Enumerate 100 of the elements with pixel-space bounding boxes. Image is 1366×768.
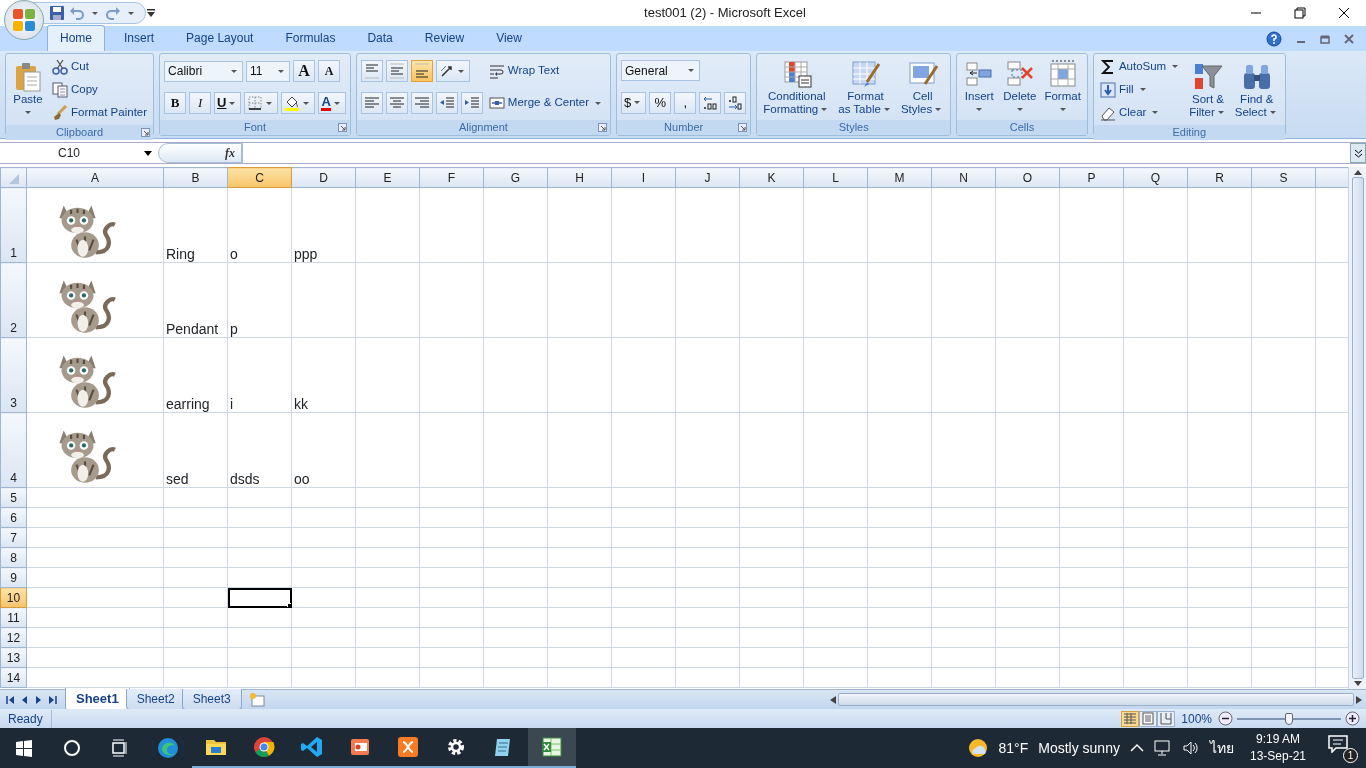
row-header[interactable]: 9 [0,567,27,588]
sort-filter-button[interactable]: Sort & Filter [1187,59,1229,120]
previous-sheet-icon[interactable] [20,695,29,704]
column-header[interactable]: F [419,167,484,188]
column-header[interactable]: E [355,167,420,188]
number-format-dropdown[interactable]: General [621,60,701,82]
underline-button[interactable]: U [214,92,242,114]
row-header[interactable]: 14 [0,667,27,688]
decrease-decimal-button[interactable] [724,91,747,114]
row-header[interactable]: 8 [0,547,27,568]
grow-font-button[interactable]: A [293,60,316,82]
paste-button[interactable]: Paste [10,59,46,120]
sun-cloud-icon[interactable] [966,737,989,759]
italic-button[interactable]: I [189,92,212,114]
top-align-button[interactable] [360,60,383,82]
ribbon-tab[interactable]: Data [354,25,406,51]
weather-text[interactable]: Mostly sunny [1038,737,1120,759]
column-header[interactable]: D [291,167,356,188]
wrap-text-button[interactable]: Wrap Text [486,60,607,82]
network-icon[interactable] [1153,740,1172,756]
orientation-button[interactable] [435,60,470,82]
column-header[interactable]: N [931,167,996,188]
temperature-text[interactable]: 81°F [998,737,1029,759]
cell-styles-button[interactable]: Cell Styles [898,57,947,117]
language-indicator[interactable]: ไทย [1209,737,1234,759]
column-header[interactable]: O [995,167,1060,188]
column-header[interactable]: J [675,167,740,188]
close-icon[interactable] [1338,7,1350,19]
up-arrow-icon[interactable] [1353,169,1362,175]
column-header[interactable]: R [1187,167,1252,188]
fill-button[interactable]: Fill [1097,79,1184,100]
comma-button[interactable]: , [674,91,697,114]
ribbon-tab[interactable]: Review [411,25,478,51]
first-sheet-icon[interactable] [6,695,15,704]
fill-color-button[interactable] [281,92,316,114]
slider-thumb[interactable] [1285,712,1293,725]
find-select-button[interactable]: Find & Select [1232,59,1281,120]
ribbon-tab[interactable]: Formulas [272,25,349,51]
clock[interactable]: 9:19 AM 13-Sep-21 [1243,731,1312,765]
row-header[interactable]: 3 [0,337,27,413]
bold-button[interactable]: B [164,92,187,114]
increase-decimal-button[interactable] [699,91,722,114]
percent-button[interactable]: % [649,91,672,114]
column-header[interactable]: G [483,167,548,188]
taskbar-app-button[interactable] [528,728,576,768]
row-header[interactable]: 12 [0,627,27,648]
row-header[interactable]: 11 [0,607,27,628]
copy-button[interactable]: Copy [50,79,150,100]
selected-cell[interactable] [227,587,292,608]
ribbon-tab[interactable]: Home [47,25,105,51]
column-header[interactable]: Q [1123,167,1188,188]
insert-function-button[interactable]: fx [158,143,242,163]
bottom-align-button[interactable] [410,60,433,82]
row-header[interactable]: 5 [0,487,27,508]
column-header[interactable]: K [739,167,804,188]
column-header[interactable]: H [547,167,612,188]
format-painter-button[interactable]: Format Painter [50,102,150,123]
center-button[interactable] [385,92,408,114]
borders-button[interactable] [244,92,279,114]
column-header[interactable]: B [163,167,228,188]
row-header[interactable]: 7 [0,527,27,548]
dialog-launcher-icon[interactable] [337,123,347,132]
ribbon-tab[interactable]: Page Layout [173,25,267,51]
autosum-button[interactable]: AutoSum [1097,56,1184,77]
column-header[interactable]: I [611,167,676,188]
name-box[interactable]: C10 [0,143,158,163]
dialog-launcher-icon[interactable] [141,128,151,137]
help-icon[interactable] [1266,30,1282,47]
delete-button[interactable]: Delete [1001,57,1039,117]
dialog-launcher-icon[interactable] [738,123,748,132]
page-layout-view-button[interactable] [1139,710,1158,727]
column-header[interactable]: S [1251,167,1316,188]
customize-toolbar-icon[interactable] [146,8,156,18]
ribbon-tab[interactable]: View [483,25,535,51]
merge-center-button[interactable]: Merge & Center [486,92,607,114]
align-right-button[interactable] [410,92,433,114]
currency-button[interactable]: $ [621,91,647,114]
zoom-level-text[interactable]: 100% [1175,709,1218,728]
sheet-tab[interactable]: Sheet1 [65,688,130,711]
row-header[interactable]: 13 [0,647,27,668]
column-header[interactable]: L [803,167,868,188]
dialog-launcher-icon[interactable] [598,123,608,132]
font-name-dropdown[interactable]: Calibri [164,60,244,82]
zoom-out-button[interactable] [1218,711,1233,726]
clear-button[interactable]: Clear [1097,102,1184,123]
save-icon[interactable] [49,5,65,21]
zoom-in-button[interactable] [1345,711,1360,726]
normal-view-button[interactable] [1121,710,1140,727]
decrease-indent-button[interactable] [435,92,458,114]
speaker-icon[interactable] [1181,740,1200,756]
notifications-button[interactable]: 1 [1322,733,1358,763]
vertical-scrollbar[interactable] [1348,167,1366,689]
align-left-button[interactable] [360,92,383,114]
shrink-font-button[interactable]: A [318,60,341,82]
format-button[interactable]: Format [1042,57,1083,117]
dropdown-arrow-icon[interactable] [144,150,152,156]
format-as-table-button[interactable]: Format as Table [836,57,895,117]
restore-icon[interactable] [1294,7,1306,19]
row-header[interactable]: 2 [0,262,27,338]
row-header[interactable]: 6 [0,507,27,528]
